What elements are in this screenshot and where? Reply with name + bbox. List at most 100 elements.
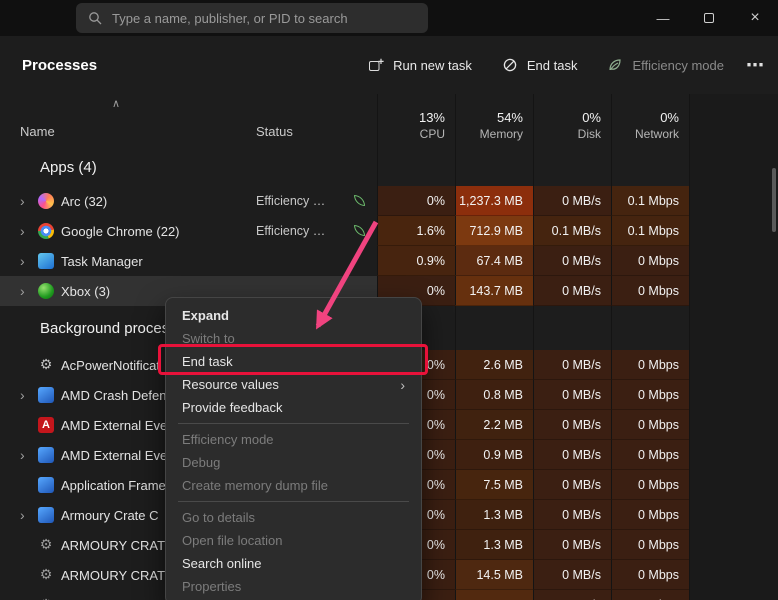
page-title: Processes xyxy=(22,57,97,74)
net-cell: 0 Mbps xyxy=(611,410,689,440)
cell-value: 0% xyxy=(427,538,445,552)
expand-chevron-icon[interactable]: › xyxy=(20,193,38,209)
cell-value: 67.4 MB xyxy=(476,254,523,268)
cell-value: 0% xyxy=(427,418,445,432)
cell-value: 1,237.3 MB xyxy=(459,194,523,208)
cell-value: 0 MB/s xyxy=(562,254,601,268)
memory-total-percent: 54% xyxy=(497,110,523,125)
window-controls: — × xyxy=(640,0,778,36)
cell-value: 0.1 Mbps xyxy=(628,224,679,238)
column-header-network[interactable]: 0% Network xyxy=(611,94,689,148)
vertical-scrollbar-thumb[interactable] xyxy=(772,168,776,232)
expand-chevron-icon[interactable]: › xyxy=(20,447,38,463)
sort-ascending-icon: ∧ xyxy=(112,97,120,110)
gear-icon xyxy=(38,357,54,373)
cell-value: 14.5 MB xyxy=(476,568,523,582)
minimize-button[interactable]: — xyxy=(640,0,686,36)
menu-item-resource-values[interactable]: Resource values› xyxy=(166,373,421,396)
blue-app-icon xyxy=(38,387,54,403)
cell-value: 0 Mbps xyxy=(638,358,679,372)
network-total-percent: 0% xyxy=(660,110,679,125)
cell-value: 0 Mbps xyxy=(638,284,679,298)
table-header: ∧ Name Status 13% CPU 54% Memory 0% Disk… xyxy=(0,94,778,148)
end-task-button[interactable]: End task xyxy=(502,57,578,73)
mem-cell: 2.2 MB xyxy=(455,410,533,440)
close-button[interactable]: × xyxy=(732,0,778,36)
column-header-name[interactable]: ∧ Name xyxy=(0,94,250,148)
mem-cell: 20.4 MB xyxy=(455,590,533,600)
menu-item-create-memory-dump-file: Create memory dump file xyxy=(166,474,421,497)
blue-app-icon xyxy=(38,447,54,463)
maximize-button[interactable] xyxy=(686,0,732,36)
context-menu: ExpandSwitch toEnd taskResource values›P… xyxy=(165,297,422,600)
search-input[interactable] xyxy=(112,11,416,26)
efficiency-mode-button[interactable]: Efficiency mode xyxy=(607,57,724,73)
status-column-label: Status xyxy=(256,124,293,139)
search-box[interactable] xyxy=(76,3,428,33)
cell-value: 0 MB/s xyxy=(562,448,601,462)
cell-value: 0% xyxy=(427,568,445,582)
cell-value: 0 MB/s xyxy=(562,478,601,492)
cell-value: 1.3 MB xyxy=(483,538,523,552)
column-header-memory[interactable]: 54% Memory xyxy=(455,94,533,148)
column-header-disk[interactable]: 0% Disk xyxy=(533,94,611,148)
cell-value: 0 MB/s xyxy=(562,508,601,522)
expand-chevron-icon[interactable]: › xyxy=(20,507,38,523)
maximize-icon xyxy=(704,13,714,23)
cell-value: 0.8 MB xyxy=(483,388,523,402)
process-row[interactable]: ›Task Manager0.9%67.4 MB0 MB/s0 Mbps xyxy=(0,246,778,276)
disk-cell: 0 MB/s xyxy=(533,410,611,440)
menu-item-end-task[interactable]: End task xyxy=(166,350,421,373)
disk-cell: 0 MB/s xyxy=(533,560,611,590)
cpu-cell: 1.6% xyxy=(377,216,455,246)
expand-chevron-icon[interactable]: › xyxy=(20,387,38,403)
group-header[interactable]: Apps (4) xyxy=(0,148,778,186)
task-manager-window: — × Processes Run new task xyxy=(0,0,778,600)
cell-value: 2.2 MB xyxy=(483,418,523,432)
net-cell: 0.1 Mbps xyxy=(611,216,689,246)
process-name: ARMOURY CRATE xyxy=(61,568,174,583)
disk-cell: 0 MB/s xyxy=(533,440,611,470)
mem-cell: 14.5 MB xyxy=(455,560,533,590)
cell-value: 0 Mbps xyxy=(638,254,679,268)
efficiency-leaf-icon xyxy=(607,57,623,73)
expand-chevron-icon[interactable]: › xyxy=(20,283,38,299)
disk-cell: 0 MB/s xyxy=(533,380,611,410)
disk-column-label: Disk xyxy=(578,127,601,141)
group-label: Apps (4) xyxy=(20,148,97,186)
mem-cell: 1,237.3 MB xyxy=(455,186,533,216)
process-status: Efficiency … xyxy=(256,224,325,238)
run-new-task-button[interactable]: Run new task xyxy=(368,57,472,73)
expand-chevron-icon[interactable]: › xyxy=(20,223,38,239)
net-cell: 0 Mbps xyxy=(611,470,689,500)
menu-item-expand[interactable]: Expand xyxy=(166,304,421,327)
menu-item-go-to-details: Go to details xyxy=(166,506,421,529)
process-name: Task Manager xyxy=(61,254,143,269)
cell-value: 1.3 MB xyxy=(483,508,523,522)
process-row[interactable]: ›Arc (32)Efficiency …0%1,237.3 MB0 MB/s0… xyxy=(0,186,778,216)
blue-app-icon xyxy=(38,477,54,493)
process-name: ARMOURY CRATE xyxy=(61,538,174,553)
gear-dark-icon xyxy=(38,567,54,583)
disk-cell: 0 MB/s xyxy=(533,350,611,380)
cell-value: 0 Mbps xyxy=(638,448,679,462)
mem-cell: 1.3 MB xyxy=(455,500,533,530)
process-row[interactable]: ›Google Chrome (22)Efficiency …1.6%712.9… xyxy=(0,216,778,246)
cell-value: 0% xyxy=(427,508,445,522)
net-cell: 0 Mbps xyxy=(611,246,689,276)
net-cell: 0 Mbps xyxy=(611,590,689,600)
efficiency-leaf-icon xyxy=(354,225,365,236)
net-cell: 0 Mbps xyxy=(611,500,689,530)
disk-cell: 0 MB/s xyxy=(533,246,611,276)
cell-value: 0 Mbps xyxy=(638,508,679,522)
column-header-status[interactable]: Status xyxy=(250,94,377,148)
more-options-button[interactable]: ⋯ xyxy=(746,55,764,76)
mem-cell: 7.5 MB xyxy=(455,470,533,500)
cell-value: 0 MB/s xyxy=(562,418,601,432)
column-header-cpu[interactable]: 13% CPU xyxy=(377,94,455,148)
menu-item-search-online[interactable]: Search online xyxy=(166,552,421,575)
menu-item-provide-feedback[interactable]: Provide feedback xyxy=(166,396,421,419)
mem-cell: 0.8 MB xyxy=(455,380,533,410)
process-name: AMD External Eve xyxy=(61,418,167,433)
expand-chevron-icon[interactable]: › xyxy=(20,253,38,269)
